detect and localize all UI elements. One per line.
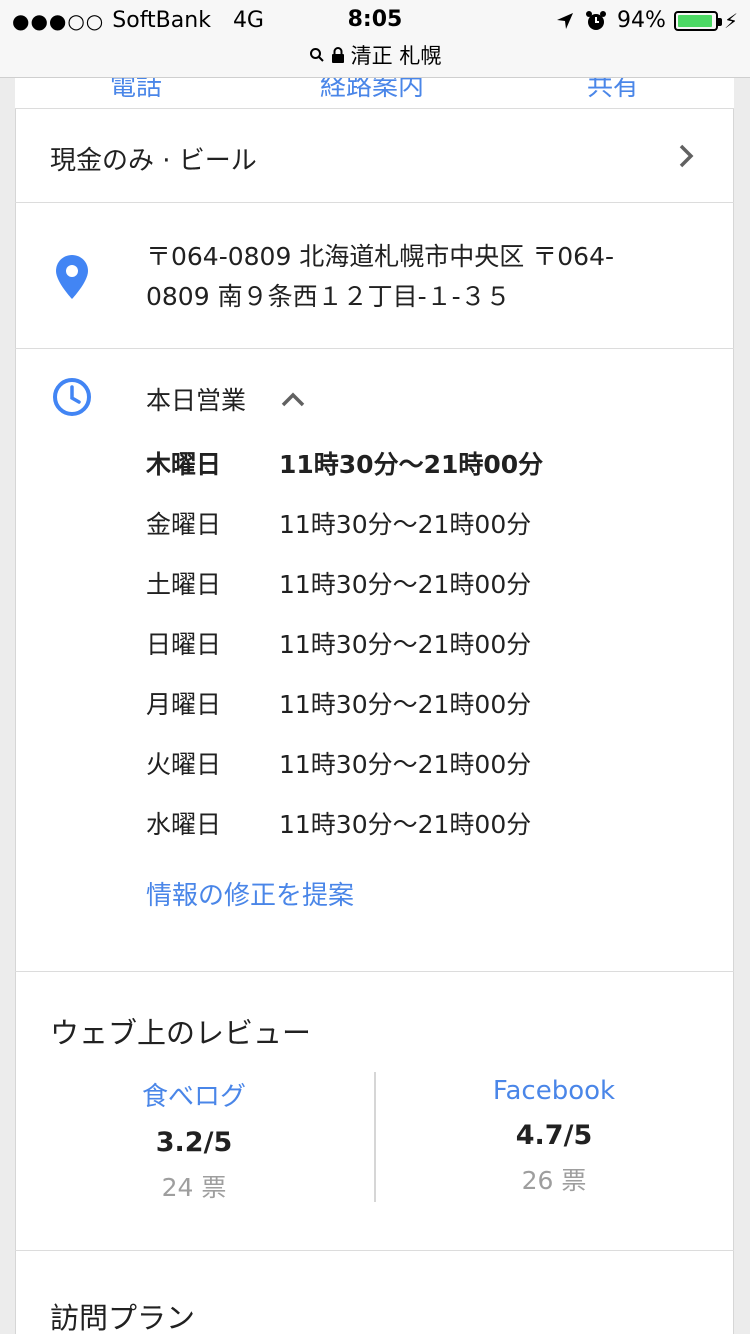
day-label: 土曜日 [146, 570, 222, 599]
battery-icon [673, 10, 722, 31]
clock-icon [53, 378, 91, 416]
hours-row: 金曜日 11時30分〜21時00分 [146, 493, 543, 553]
features-label: 現金のみ · ビール [50, 146, 257, 176]
hours-list: 木曜日 11時30分〜21時00分 金曜日 11時30分〜21時00分 土曜日 … [146, 433, 543, 853]
battery-level-fill [677, 14, 712, 27]
day-label: 日曜日 [146, 630, 222, 659]
search-icon [309, 48, 324, 62]
hours-row: 土曜日 11時30分〜21時00分 [146, 553, 543, 613]
battery-percent: 94% [617, 8, 666, 33]
location-pin-icon [56, 255, 88, 299]
features-row[interactable]: 現金のみ · ビール [15, 109, 734, 202]
call-link-partial[interactable]: 電話 [110, 78, 162, 103]
alarm-icon [586, 10, 607, 30]
time-range: 11時30分〜21時00分 [279, 450, 544, 479]
review-score: 3.2/5 [155, 1127, 233, 1158]
day-label: 木曜日 [146, 450, 222, 479]
suggest-edit-link[interactable]: 情報の修正を提案 [146, 875, 354, 912]
status-icons: 94% ⚡ [555, 8, 738, 33]
time-range: 11時30分〜21時00分 [279, 570, 532, 599]
day-label: 金曜日 [146, 510, 222, 539]
chevron-up-icon [281, 392, 305, 407]
time-range: 11時30分〜21時00分 [279, 690, 532, 719]
review-votes: 24 票 [161, 1173, 227, 1202]
url-bar[interactable]: 清正 札幌 [0, 40, 750, 70]
share-link-partial[interactable]: 共有 [587, 78, 639, 103]
web-reviews-section: ウェブ上のレビュー 食べログ 3.2/5 24 票 Facebook 4.7/5… [15, 972, 734, 1250]
hours-row: 月曜日 11時30分〜21時00分 [146, 673, 543, 733]
reviews-title: ウェブ上のレビュー [50, 1016, 312, 1050]
lock-icon [331, 47, 344, 63]
time-range: 11時30分〜21時00分 [279, 810, 532, 839]
review-score: 4.7/5 [515, 1120, 593, 1151]
charging-bolt-icon: ⚡ [723, 8, 738, 33]
visit-plan-section: 訪問プラン [15, 1251, 734, 1334]
action-links-partial: 電話 経路案内 共有 [15, 78, 734, 108]
review-source-facebook[interactable]: Facebook 4.7/5 26 票 [404, 1076, 704, 1197]
chevron-right-icon [679, 144, 694, 168]
review-source-tabelog[interactable]: 食べログ 3.2/5 24 票 [44, 1076, 344, 1204]
review-votes: 26 票 [521, 1166, 587, 1195]
hours-row: 水曜日 11時30分〜21時00分 [146, 793, 543, 853]
hours-row: 日曜日 11時30分〜21時00分 [146, 613, 543, 673]
hours-heading: 本日営業 [146, 386, 247, 415]
visit-plan-title: 訪問プラン [50, 1301, 196, 1334]
review-source-name[interactable]: 食べログ [44, 1076, 344, 1113]
page-title: 清正 札幌 [350, 44, 442, 68]
status-bar: ●●●○○ SoftBank 4G 8:05 94% ⚡ 清正 札幌 [0, 0, 750, 78]
hours-section: 本日営業 木曜日 11時30分〜21時00分 金曜日 11時30分〜21時00分… [15, 349, 734, 971]
hours-row-today: 木曜日 11時30分〜21時00分 [146, 433, 543, 493]
time-range: 11時30分〜21時00分 [279, 750, 532, 779]
day-label: 水曜日 [146, 810, 222, 839]
directions-link-partial[interactable]: 経路案内 [320, 78, 424, 103]
day-label: 月曜日 [146, 690, 222, 719]
address-row[interactable]: 〒064-0809 北海道札幌市中央区 〒064-0809 南９条西１２丁目-１… [15, 203, 734, 348]
address-text: 〒064-0809 北海道札幌市中央区 〒064-0809 南９条西１２丁目-１… [146, 242, 614, 311]
time-range: 11時30分〜21時00分 [279, 510, 532, 539]
day-label: 火曜日 [146, 750, 222, 779]
review-source-name[interactable]: Facebook [404, 1076, 704, 1106]
hours-toggle[interactable]: 本日営業 [146, 381, 306, 417]
time-range: 11時30分〜21時00分 [279, 630, 532, 659]
hours-row: 火曜日 11時30分〜21時00分 [146, 733, 543, 793]
location-arrow-icon [557, 12, 574, 29]
reviews-divider [374, 1072, 376, 1202]
